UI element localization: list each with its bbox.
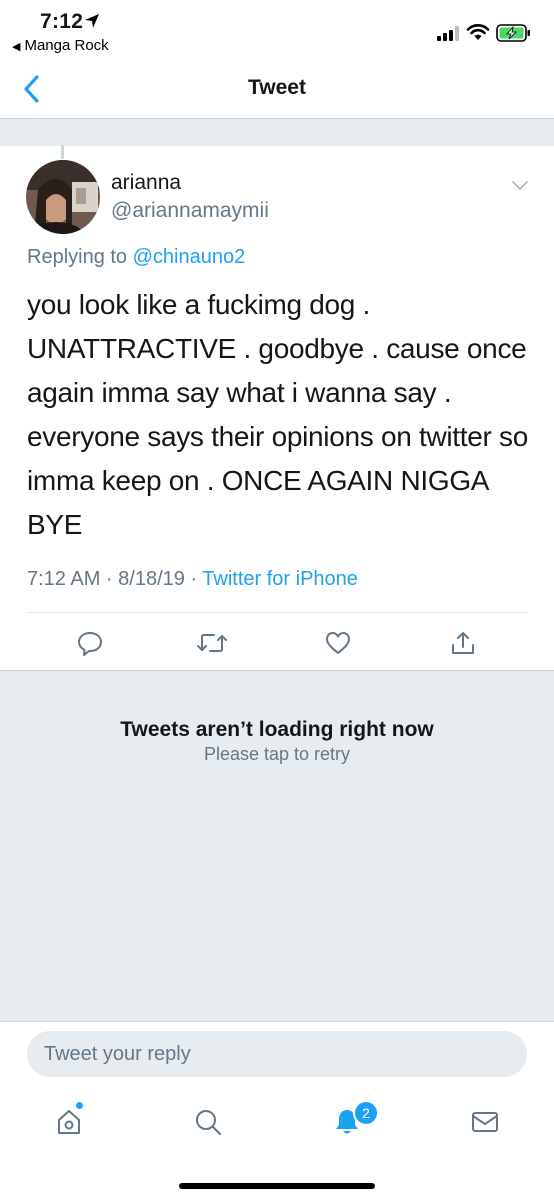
status-time: 7:12 (40, 10, 84, 33)
user-handle[interactable]: @ariannamaymii (111, 199, 269, 223)
back-triangle-icon: ◀ (12, 41, 21, 53)
tweet-meta: 7:12 AM · 8/18/19 · Twitter for iPhone (27, 568, 358, 591)
back-to-app-link[interactable]: ◀ Manga Rock (12, 37, 109, 54)
reply-button[interactable] (72, 625, 108, 661)
cellular-signal-icon (437, 26, 459, 41)
notification-badge: 2 (353, 1100, 379, 1126)
retry-link[interactable]: Please tap to retry (0, 744, 554, 765)
tweet-text: you look like a fuckimg dog . UNATTRACTI… (27, 289, 528, 540)
new-content-dot (76, 1102, 83, 1109)
location-arrow-icon (85, 14, 99, 28)
tweet-source[interactable]: Twitter for iPhone (202, 568, 358, 590)
back-app-label: Manga Rock (24, 37, 109, 54)
wifi-icon (466, 24, 490, 40)
thread-gap (0, 118, 554, 146)
thread-connector (61, 145, 64, 159)
error-title: Tweets aren’t loading right now (120, 718, 434, 741)
share-icon (452, 632, 474, 654)
search-icon (196, 1110, 221, 1135)
display-name[interactable]: arianna (111, 171, 181, 195)
tab-messages[interactable] (463, 1100, 507, 1144)
heart-icon (326, 632, 350, 654)
replying-to-mention[interactable]: @chinauno2 (133, 246, 246, 268)
comment-icon (78, 632, 102, 656)
home-indicator[interactable] (179, 1183, 375, 1189)
page-title: Tweet (248, 76, 306, 99)
battery-charging-icon (496, 24, 530, 42)
retweet-button[interactable] (194, 625, 230, 661)
replying-to-label: Replying to (27, 246, 133, 268)
tab-home[interactable] (47, 1100, 91, 1144)
like-button[interactable] (320, 625, 356, 661)
mail-icon (472, 1112, 498, 1132)
divider (27, 612, 527, 613)
avatar[interactable] (26, 160, 100, 234)
retweet-icon (197, 634, 227, 652)
reply-composer[interactable] (27, 1031, 527, 1077)
reply-input[interactable] (27, 1031, 504, 1077)
replying-to: Replying to @chinauno2 (27, 246, 245, 269)
share-button[interactable] (445, 625, 481, 661)
tab-search[interactable] (186, 1100, 230, 1144)
chevron-down-icon[interactable] (508, 177, 532, 195)
home-icon (58, 1110, 80, 1134)
tweet-timestamp: 7:12 AM · 8/18/19 · (27, 568, 203, 590)
